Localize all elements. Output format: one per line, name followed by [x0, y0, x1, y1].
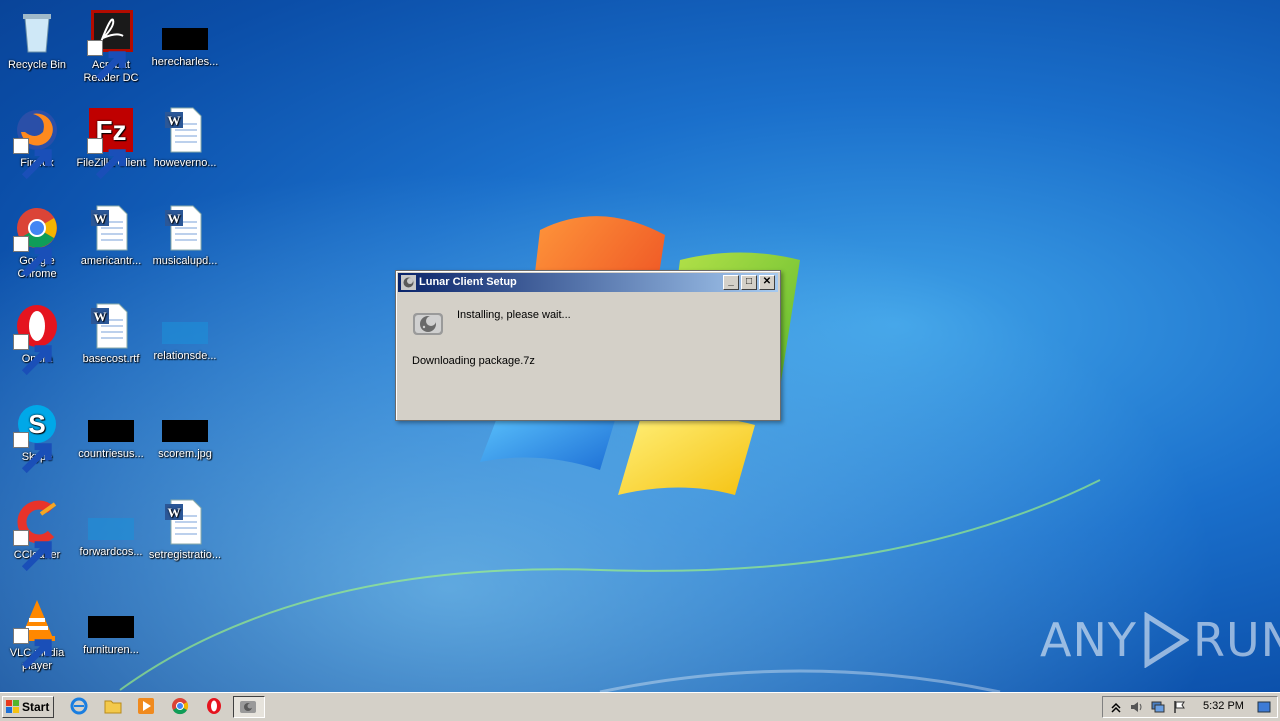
- desktop-icon-herecharles[interactable]: herecharles...: [148, 2, 222, 69]
- taskbar-chrome[interactable]: [171, 697, 191, 717]
- recycle-bin-icon: [13, 8, 61, 56]
- redacted-thumbnail: [162, 420, 208, 442]
- desktop-icon-ccleaner[interactable]: CCleaner: [0, 492, 74, 572]
- word-document-icon: W: [161, 106, 209, 154]
- firefox-icon: [13, 106, 61, 180]
- shortcut-arrow-icon: [13, 530, 52, 572]
- windows-logo-icon: [6, 700, 19, 713]
- desktop-icon-countriesus[interactable]: countriesus...: [74, 394, 148, 461]
- start-button[interactable]: Start: [2, 696, 54, 718]
- play-icon: [1144, 612, 1189, 668]
- close-button[interactable]: ✕: [759, 275, 775, 290]
- internet-explorer-icon: [70, 697, 88, 715]
- shortcut-arrow-icon: [87, 138, 126, 180]
- desktop-icon-forwardcos[interactable]: forwardcos...: [74, 492, 148, 559]
- network-icon[interactable]: [1151, 700, 1165, 714]
- desktop-icon-acrobat-reader[interactable]: Acrobat Reader DC: [74, 2, 148, 85]
- desktop-icon-recycle-bin[interactable]: Recycle Bin: [0, 2, 74, 72]
- desktop-icon-opera[interactable]: Opera: [0, 296, 74, 376]
- taskbar-explorer[interactable]: [104, 697, 124, 717]
- taskbar-opera[interactable]: [205, 697, 225, 717]
- word-document-icon: W: [161, 498, 209, 546]
- svg-text:W: W: [168, 505, 181, 520]
- install-status-text: Installing, please wait...: [457, 309, 571, 321]
- desktop-icon-vlc[interactable]: VLC media player: [0, 590, 74, 673]
- blank-thumbnail: [162, 322, 208, 344]
- setup-dialog[interactable]: Lunar Client Setup _ □ ✕ Installing, ple…: [395, 270, 781, 421]
- taskbar-media-player[interactable]: [137, 697, 157, 717]
- desktop-icon-relationsde[interactable]: relationsde...: [148, 296, 222, 363]
- svg-text:W: W: [168, 113, 181, 128]
- desktop-icon-filezilla[interactable]: Fz FileZilla Client: [74, 100, 148, 180]
- show-hidden-icons-icon[interactable]: [1109, 700, 1123, 714]
- volume-icon[interactable]: [1130, 700, 1144, 714]
- filezilla-icon: Fz: [87, 106, 135, 180]
- download-detail-text: Downloading package.7z: [412, 355, 535, 367]
- desktop-icon-musicalupd[interactable]: W musicalupd...: [148, 198, 222, 268]
- desktop-icon-firefox[interactable]: Firefox: [0, 100, 74, 180]
- vlc-icon: [13, 596, 61, 670]
- media-player-icon: [138, 698, 154, 714]
- lunar-client-setup-icon: [413, 313, 443, 335]
- taskbar-lunar-client-setup[interactable]: [233, 696, 265, 718]
- ccleaner-icon: [13, 498, 61, 572]
- lunar-client-icon: [401, 275, 416, 290]
- word-document-icon: W: [87, 204, 135, 252]
- dialog-title: Lunar Client Setup: [419, 276, 517, 288]
- blank-thumbnail: [88, 518, 134, 540]
- desktop-icon-skype[interactable]: S Skype: [0, 394, 74, 474]
- desktop-icon-scorem[interactable]: scorem.jpg: [148, 394, 222, 461]
- system-tray: 5:32 PM: [1102, 696, 1278, 718]
- desktop-icon-americantr[interactable]: W americantr...: [74, 198, 148, 268]
- anyrun-watermark: ANY RUN: [1040, 612, 1280, 668]
- desktop-icon-furnituren[interactable]: furnituren...: [74, 590, 148, 657]
- dialog-titlebar[interactable]: Lunar Client Setup _ □ ✕: [398, 273, 778, 292]
- redacted-thumbnail: [162, 28, 208, 50]
- taskbar: Start 5:32 PM: [0, 692, 1280, 721]
- acrobat-icon: [87, 8, 135, 82]
- chrome-icon: [172, 698, 189, 715]
- skype-icon: S: [13, 400, 61, 474]
- redacted-thumbnail: [88, 616, 134, 638]
- desktop-icon-setregistratio[interactable]: W setregistratio...: [148, 492, 222, 562]
- desktop-icon-google-chrome[interactable]: Google Chrome: [0, 198, 74, 281]
- action-center-flag-icon[interactable]: [1173, 700, 1187, 714]
- taskbar-ie[interactable]: [70, 697, 90, 717]
- maximize-button[interactable]: □: [741, 275, 757, 290]
- word-document-icon: W: [87, 302, 135, 350]
- opera-icon: [13, 302, 61, 376]
- redacted-thumbnail: [88, 420, 134, 442]
- word-document-icon: W: [161, 204, 209, 252]
- taskbar-clock[interactable]: 5:32 PM: [1203, 700, 1244, 712]
- svg-text:W: W: [168, 211, 181, 226]
- svg-text:W: W: [94, 309, 107, 324]
- chrome-icon: [13, 204, 61, 278]
- desktop-icon-howeverno[interactable]: W howeverno...: [148, 100, 222, 170]
- shortcut-arrow-icon: [13, 236, 52, 278]
- lunar-client-icon: [240, 701, 256, 713]
- opera-icon: [207, 698, 221, 714]
- shortcut-arrow-icon: [13, 334, 52, 376]
- shortcut-arrow-icon: [13, 138, 52, 180]
- minimize-button[interactable]: _: [723, 275, 739, 290]
- shortcut-arrow-icon: [13, 628, 52, 670]
- shortcut-arrow-icon: [13, 432, 52, 474]
- svg-text:W: W: [94, 211, 107, 226]
- show-desktop-icon[interactable]: [1257, 700, 1271, 714]
- desktop-icon-basecost[interactable]: W basecost.rtf: [74, 296, 148, 366]
- folder-icon: [104, 700, 122, 714]
- shortcut-arrow-icon: [87, 40, 126, 82]
